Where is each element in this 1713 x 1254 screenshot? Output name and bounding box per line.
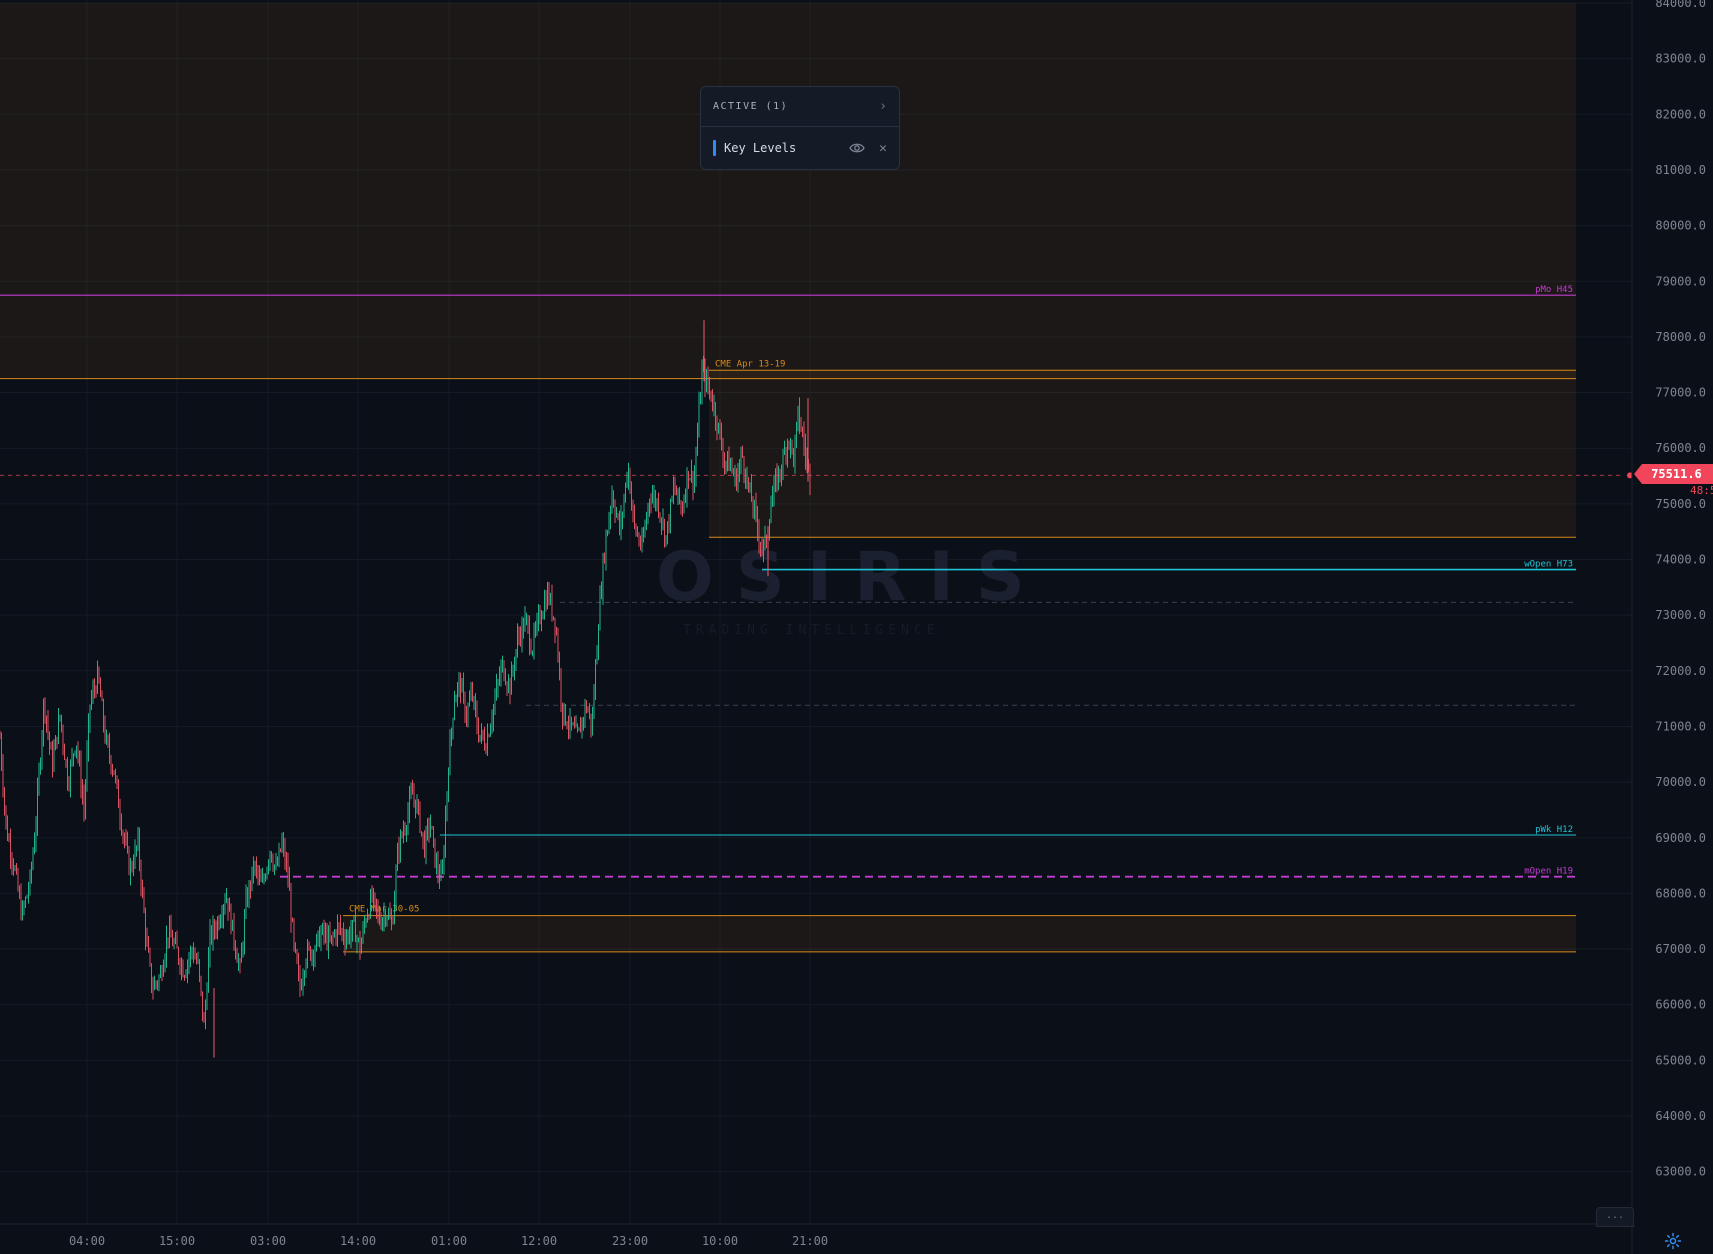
price-tick-label: 66000.0: [1655, 998, 1706, 1012]
candle-countdown: 48:55: [1690, 484, 1713, 497]
price-tick-label: 78000.0: [1655, 330, 1706, 344]
price-tick-label: 81000.0: [1655, 163, 1706, 177]
level-label-pWk: pWk H12: [1535, 825, 1573, 835]
price-tick-label: 77000.0: [1655, 386, 1706, 400]
time-tick-label: 03:00: [250, 1234, 286, 1248]
price-tick-label: 72000.0: [1655, 664, 1706, 678]
price-chart[interactable]: CME Apr 13-19CME Mar 30-05 OSIRIS TRADIN…: [0, 0, 1713, 1254]
time-tick-label: 14:00: [340, 1234, 376, 1248]
close-icon[interactable]: ✕: [879, 142, 887, 155]
time-tick-label: 04:00: [69, 1234, 105, 1248]
price-tick-label: 69000.0: [1655, 831, 1706, 845]
zone-upper-zone: [0, 3, 1576, 379]
price-tick-label: 74000.0: [1655, 553, 1706, 567]
price-tick-label: 71000.0: [1655, 719, 1706, 733]
more-tab[interactable]: ...: [1596, 1207, 1634, 1227]
level-label-wOpen: wOpen H73: [1524, 560, 1573, 570]
time-axis[interactable]: 04:00 15:00 03:00 14:00 01:00 12:00 23:00 10:00…: [0, 1223, 1632, 1248]
level-label-pMo: pMo H45: [1535, 285, 1573, 295]
indicator-color-bar: [713, 140, 716, 156]
level-label-mOpen: mOpen H19: [1524, 867, 1573, 877]
price-axis[interactable]: 84000.0 83000.0 82000.0 81000.0 80000.0 79000…: [1631, 0, 1713, 1254]
price-tick-label: 79000.0: [1655, 274, 1706, 288]
price-tick-label: 67000.0: [1655, 942, 1706, 956]
indicator-row-key-levels[interactable]: Key Levels ✕: [701, 127, 899, 169]
eye-icon[interactable]: [849, 140, 865, 156]
current-price-tag: 75511.6: [1634, 464, 1713, 484]
current-price-value: 75511.6: [1651, 467, 1702, 481]
panel-title: ACTIVE (1): [713, 101, 789, 112]
zone-cme-apr: [709, 370, 1576, 538]
watermark-text: OSIRIS: [656, 538, 1047, 617]
time-tick-label: 23:00: [612, 1234, 648, 1248]
chevron-right-icon[interactable]: ›: [879, 99, 887, 114]
price-tick-label: 70000.0: [1655, 775, 1706, 789]
price-tick-label: 84000.0: [1655, 0, 1706, 10]
price-tick-label: 80000.0: [1655, 219, 1706, 233]
price-tick-label: 83000.0: [1655, 52, 1706, 66]
active-indicators-panel: ACTIVE (1) › Key Levels ✕: [700, 86, 900, 170]
price-tick-label: 68000.0: [1655, 886, 1706, 900]
price-tick-label: 82000.0: [1655, 107, 1706, 121]
gear-icon[interactable]: [1664, 1232, 1682, 1250]
watermark: OSIRIS TRADING INTELLIGENCE: [656, 538, 1047, 638]
price-tick-label: 63000.0: [1655, 1165, 1706, 1179]
time-tick-label: 15:00: [159, 1234, 195, 1248]
zone-cme-mar: [343, 915, 1576, 952]
price-tick-label: 65000.0: [1655, 1053, 1706, 1067]
price-tick-label: 64000.0: [1655, 1109, 1706, 1123]
time-tick-label: 01:00: [431, 1234, 467, 1248]
time-tick-label: 12:00: [521, 1234, 557, 1248]
price-tick-label: 73000.0: [1655, 608, 1706, 622]
panel-header: ACTIVE (1) ›: [701, 87, 899, 127]
time-tick-label: 10:00: [702, 1234, 738, 1248]
indicator-label: Key Levels: [724, 141, 797, 155]
time-tick-label: 21:00: [792, 1234, 828, 1248]
price-tick-label: 76000.0: [1655, 441, 1706, 455]
price-tick-label: 75000.0: [1655, 497, 1706, 511]
watermark-subtitle: TRADING INTELLIGENCE: [683, 623, 940, 638]
